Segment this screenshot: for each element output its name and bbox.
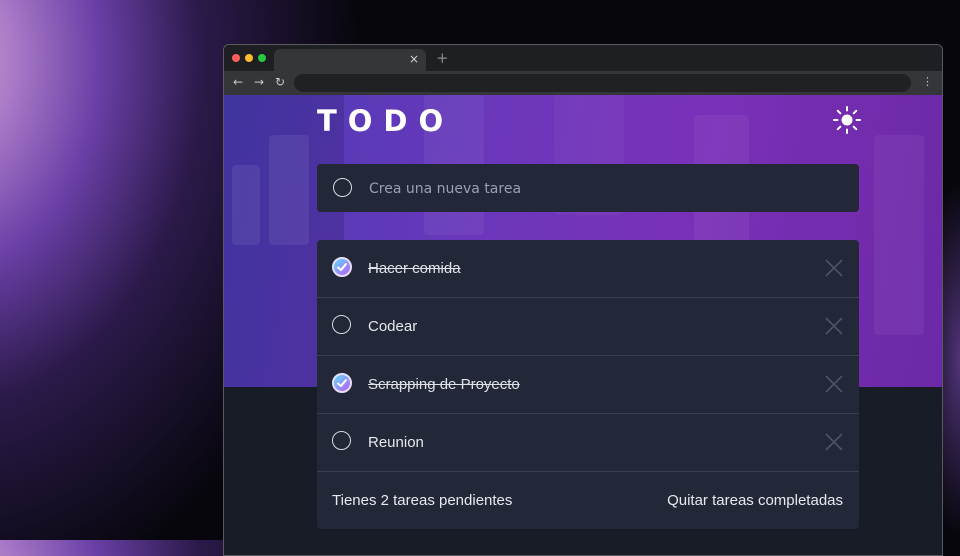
todo-list: Hacer comida Codear Scrapping de Proyect… — [317, 240, 859, 529]
checkbox-unchecked[interactable] — [332, 315, 351, 334]
new-todo-input[interactable] — [367, 176, 841, 202]
page-viewport: TODO Crea una nueva tarea Hacer comida C… — [224, 95, 942, 555]
todo-item[interactable]: Hacer comida — [317, 240, 859, 298]
todo-text: Scrapping de Proyecto — [368, 376, 520, 393]
checkbox-unchecked[interactable] — [332, 431, 351, 450]
arrow-left-icon[interactable]: ← — [233, 74, 243, 90]
checkbox-checked[interactable] — [332, 257, 352, 277]
todo-text: Codear — [368, 318, 418, 335]
checkbox-checked[interactable] — [332, 373, 352, 393]
plus-icon[interactable]: + — [436, 50, 449, 66]
browser-tab[interactable]: × — [274, 49, 426, 71]
address-bar[interactable] — [294, 74, 911, 92]
new-todo-circle — [333, 178, 352, 197]
sun-icon[interactable] — [832, 105, 862, 135]
kebab-menu-icon[interactable]: ⋮ — [922, 73, 933, 91]
todo-item[interactable]: Reunion — [317, 414, 859, 472]
items-left-count: Tienes 2 tareas pendientes — [332, 492, 513, 509]
todo-item[interactable]: Codear — [317, 298, 859, 356]
close-icon[interactable] — [825, 259, 843, 277]
check-icon — [337, 263, 347, 271]
window-close-dot[interactable] — [232, 54, 240, 62]
clear-completed-button[interactable]: Quitar tareas completadas — [667, 492, 843, 509]
close-icon[interactable] — [825, 433, 843, 451]
todo-text: Hacer comida — [368, 260, 461, 277]
tab-bar: × + — [224, 45, 942, 71]
browser-window: × + ← → ↻ ⋮ TODO Crea una nueva tarea Ha… — [223, 44, 943, 556]
close-icon[interactable] — [825, 317, 843, 335]
new-todo-form — [317, 164, 859, 212]
window-minimize-dot[interactable] — [245, 54, 253, 62]
arrow-right-icon[interactable]: → — [254, 74, 264, 90]
browser-toolbar: ← → ↻ ⋮ — [224, 71, 942, 95]
close-icon[interactable] — [825, 375, 843, 393]
check-icon — [337, 379, 347, 387]
list-footer: Tienes 2 tareas pendientes Quitar tareas… — [317, 472, 859, 529]
todo-item[interactable]: Scrapping de Proyecto — [317, 356, 859, 414]
window-maximize-dot[interactable] — [258, 54, 266, 62]
app-title: TODO — [317, 104, 455, 138]
reload-icon[interactable]: ↻ — [275, 74, 285, 90]
close-icon[interactable]: × — [409, 52, 419, 66]
todo-text: Reunion — [368, 434, 424, 451]
